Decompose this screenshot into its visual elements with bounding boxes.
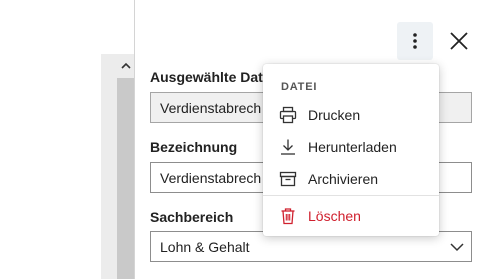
- scroll-up-button[interactable]: [117, 56, 134, 74]
- menu-item-delete[interactable]: Löschen: [263, 202, 439, 230]
- menu-item-label: Löschen: [308, 208, 361, 224]
- close-icon: [450, 32, 468, 50]
- archive-icon: [279, 170, 297, 188]
- field-label-selected-file: Ausgewählte Date: [150, 69, 271, 85]
- menu-item-label: Drucken: [308, 107, 361, 123]
- menu-item-print[interactable]: Drucken: [263, 101, 439, 129]
- chevron-down-icon: [450, 243, 464, 252]
- menu-item-archive[interactable]: Archivieren: [263, 165, 439, 193]
- menu-item-label: Herunterladen: [308, 139, 397, 155]
- subject-area-value: Lohn & Gehalt: [160, 238, 250, 255]
- printer-icon: [279, 106, 297, 124]
- more-vertical-icon: [413, 33, 417, 49]
- scrollbar-thumb[interactable]: [117, 78, 134, 279]
- close-button[interactable]: [441, 22, 477, 60]
- more-options-button[interactable]: [397, 22, 433, 60]
- menu-item-label: Archivieren: [308, 171, 379, 187]
- trash-icon: [279, 207, 297, 225]
- designation-value: Verdienstabrech: [160, 169, 262, 186]
- field-label-designation: Bezeichnung: [150, 139, 238, 155]
- menu-item-download[interactable]: Herunterladen: [263, 133, 439, 161]
- field-label-subject-area: Sachbereich: [150, 209, 234, 225]
- selected-file-value: Verdienstabrech: [160, 99, 262, 116]
- download-icon: [279, 138, 297, 156]
- menu-section-header: DATEI: [281, 81, 318, 93]
- chevron-up-icon: [120, 62, 131, 69]
- menu-separator: [263, 195, 439, 196]
- file-actions-menu: DATEI Drucken Herunterladen Archivieren …: [263, 64, 439, 236]
